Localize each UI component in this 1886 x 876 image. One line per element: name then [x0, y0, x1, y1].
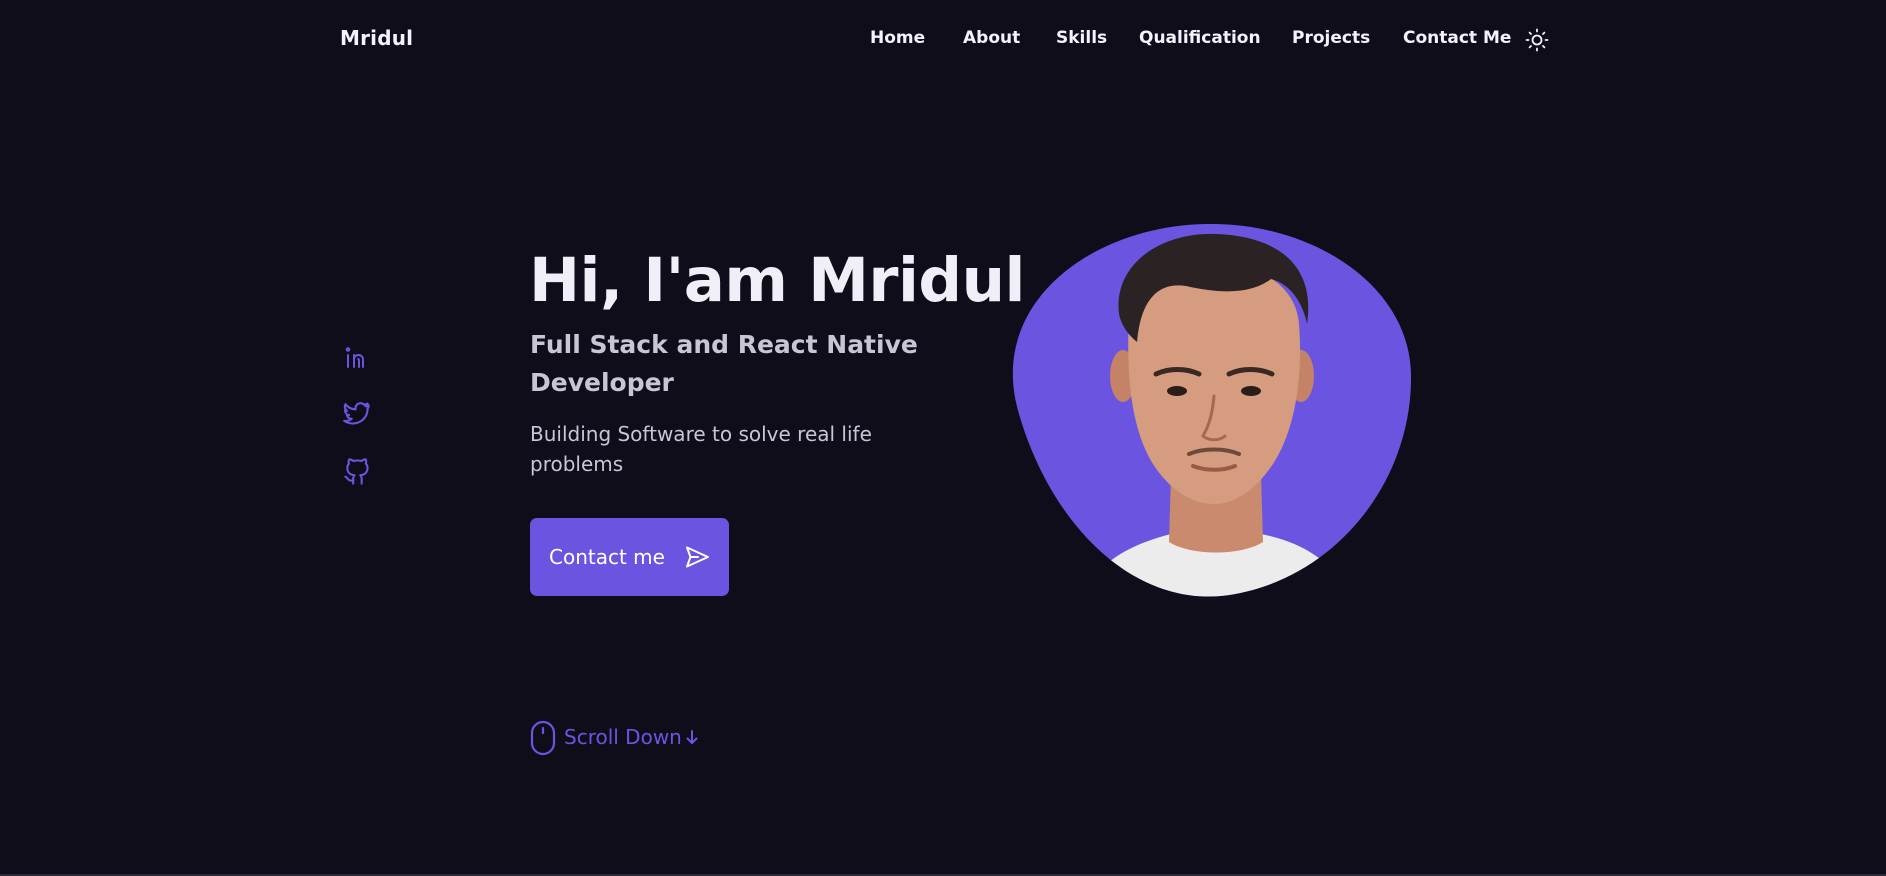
hero-subtitle: Full Stack and React Native Developer: [530, 330, 918, 397]
site-header: Mridul Home About Skills Qualification P…: [0, 0, 1886, 80]
nav-contact-me[interactable]: Contact Me: [1403, 28, 1511, 48]
sun-icon: [1525, 28, 1549, 52]
scroll-down-label: Scroll Down: [564, 725, 682, 749]
github-link[interactable]: [343, 458, 371, 486]
contact-me-button-label: Contact me: [549, 545, 665, 569]
send-icon: [686, 546, 709, 568]
hero-description: Building Software to solve real life pro…: [530, 422, 872, 476]
nav-qualification[interactable]: Qualification: [1139, 28, 1261, 48]
page: Mridul Home About Skills Qualification P…: [0, 0, 1886, 876]
scroll-down-link[interactable]: Scroll Down: [530, 720, 710, 756]
main-nav: Home About Skills Qualification Projects…: [0, 28, 1886, 52]
theme-toggle-button[interactable]: [1525, 28, 1549, 52]
linkedin-link[interactable]: [343, 344, 371, 372]
contact-me-button[interactable]: Contact me: [530, 518, 729, 596]
nav-home[interactable]: Home: [870, 28, 925, 48]
nav-about[interactable]: About: [963, 28, 1020, 48]
linkedin-icon: [345, 347, 364, 368]
twitter-icon: [343, 402, 370, 425]
nav-projects[interactable]: Projects: [1292, 28, 1370, 48]
nav-skills[interactable]: Skills: [1056, 28, 1107, 48]
twitter-link[interactable]: [343, 400, 371, 428]
hero-title: Hi, I'am Mridul: [529, 245, 1025, 316]
arrow-down-icon: [686, 730, 698, 744]
mouse-icon: [530, 720, 556, 756]
profile-image: [1011, 223, 1412, 598]
github-icon: [344, 458, 369, 485]
